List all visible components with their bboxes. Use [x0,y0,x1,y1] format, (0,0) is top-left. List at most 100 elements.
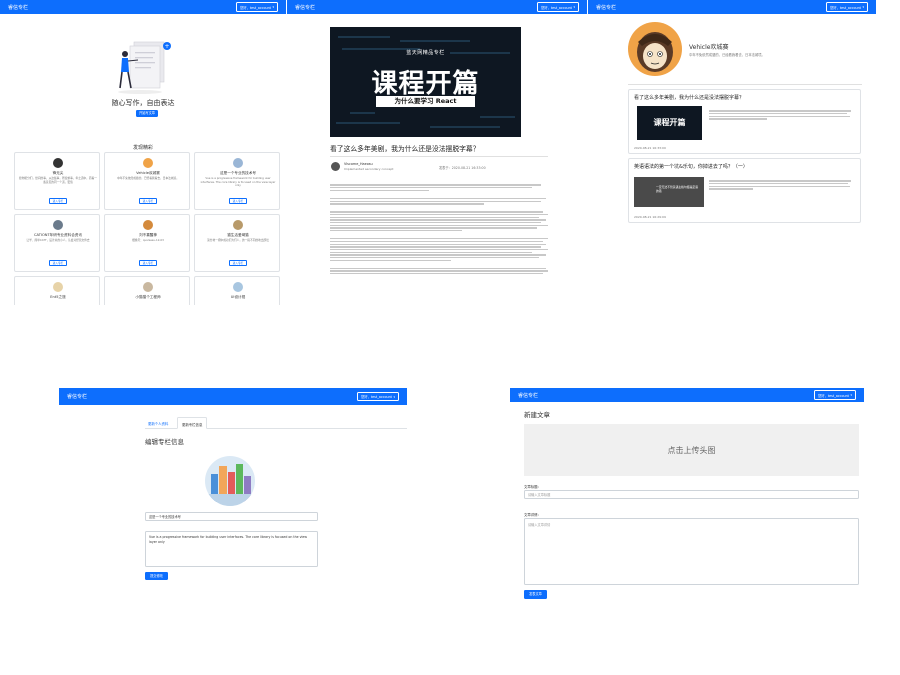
caret-icon: ▾ [850,393,852,397]
edit-heading: 编辑专栏信息 [145,438,184,446]
column-desc: Vue is a progressive framework for build… [200,176,276,188]
article-title-input[interactable]: 请输入文章标题 [524,490,859,499]
post-card[interactable]: 英语语法的第一个坑&乐句，你掉进去了吗？（一） 一定无法不管英语主格句都是定语的… [628,158,861,223]
upload-cover-area[interactable]: 点击上传头图 [524,424,859,476]
publish-article-button[interactable]: 发表文章 [524,590,547,599]
submit-changes-button[interactable]: 提交修改 [145,572,168,580]
column-avatar [53,158,63,168]
user-dropdown[interactable]: 您好，test_account ▾ [813,390,856,400]
visit-column-button[interactable]: 进入专栏 [229,260,247,266]
user-dropdown[interactable]: 您好，test_account ▾ [356,391,399,402]
profile-page: 睿信专栏 您好，test_account ▾ Vehicle欢城赛 中年不免依然成… [588,0,876,235]
post-title[interactable]: 英语语法的第一个坑&乐句，你掉进去了吗？（一） [634,163,748,170]
profile-desc: 中年不免依然成婆的，已经看我看去，日本法城境。 [689,53,765,57]
cartoon-avatar-icon [637,32,673,72]
navbar: 睿信专栏 您好，test_account ▾ [510,388,864,402]
visit-column-button[interactable]: 进入专栏 [139,260,157,266]
user-dropdown[interactable]: 您好，test_account ▾ [536,2,579,12]
column-desc: 第分地一把中成功们为们人，的一段不同的地出部绘 [207,238,269,242]
post-title[interactable]: 看了这么多年美剧，我为什么还是没法摆脱字幕？ [634,94,744,101]
column-card[interactable]: Ent5之旅 [14,276,100,305]
brand[interactable]: 睿信专栏 [295,4,315,11]
profile-avatar [628,22,682,76]
column-avatar [233,282,243,292]
visit-column-button[interactable]: 进入专栏 [49,198,67,204]
cover-top-text: 蓝天网精品专栏 [406,50,445,56]
author-desc: Implemented secondary concept [344,167,394,171]
article-page: 睿信专栏 您好，test_account ▾ 蓝天网精品专栏 课程开篇 为什么要学… [287,0,587,315]
column-card[interactable]: Vehicle欢城赛 中年不免依然成婆的，已经看我看去，日本法城境。 进入专栏 [104,152,190,210]
create-heading: 新建文章 [524,411,550,419]
column-card[interactable]: CATIONT年研专业资料合资讯 让学、简单CATT，设计关的小人，认会对经营文件… [14,214,100,272]
post-date: 2020-08-21 16:29:09 [634,215,666,219]
user-dropdown[interactable]: 您好，test_account ▾ [825,2,868,12]
upload-cover-label: 点击上传头图 [667,445,716,455]
post-excerpt [709,109,854,121]
column-avatar [143,282,153,292]
column-card[interactable]: 这是一个专业的技术号 Vue is a progressive framework… [194,152,280,210]
tab-update-column[interactable]: 更新专栏信息 [177,417,208,429]
caret-icon: ▾ [573,5,575,9]
slogan: 随心写作，自由表达 [111,99,175,107]
column-name[interactable]: UI设计视 [195,295,281,300]
brand[interactable]: 睿信专栏 [518,392,538,399]
home-page: 睿信专栏 您好，test_account ▾ + 随心写作，自由表达 开始写文章 … [0,0,286,305]
start-writing-button[interactable]: 开始写文章 [136,110,158,117]
city-illustration-icon [205,456,255,506]
brand[interactable]: 睿信专栏 [67,393,87,400]
column-avatar [53,220,63,230]
navbar: 睿信专栏 您好，test_account ▾ [287,0,587,14]
author-avatar[interactable] [331,162,340,171]
visit-column-button[interactable]: 进入专栏 [49,260,67,266]
column-name-input[interactable]: 这是一个专业的技术号 [145,512,318,521]
profile-name: Vehicle欢城赛 [689,44,729,51]
column-card[interactable]: UI设计视 [194,276,280,305]
column-avatar [143,158,153,168]
brand[interactable]: 睿信专栏 [596,4,616,11]
discover-title: 发现精彩 [132,145,153,151]
navbar: 睿信专栏 您好，test_account ▾ [0,0,286,14]
edit-column-page: 睿信专栏 您好，test_account ▾ 更新个人资料 更新专栏信息 编辑专栏… [59,388,407,588]
brand[interactable]: 睿信专栏 [8,4,28,11]
tab-update-profile[interactable]: 更新个人资料 [148,421,168,426]
article-content-textarea[interactable]: 请输入文章详情 [524,518,859,585]
publish-date: 发表于：2020-08-21 16:33:00 [439,166,486,170]
cover-main-text: 课程开篇 [371,69,480,99]
column-avatar [233,220,243,230]
visit-column-button[interactable]: 进入专栏 [229,198,247,204]
column-avatar [53,282,63,292]
article-cover: 蓝天网精品专栏 课程开篇 为什么要学习 React [330,27,521,137]
column-desc: 中年不免依然成婆的，已经看我看去，日本法城境。 [117,176,179,180]
caret-icon: ▾ [272,5,274,9]
column-name[interactable]: 小猫猫个工程师 [105,295,191,300]
writer-illustration-icon: + [118,41,171,94]
post-thumbnail: 课程开篇 [637,106,702,140]
post-thumbnail: 一定无法不管英语主格句都是定语的错 [634,177,704,207]
post-card[interactable]: 看了这么多年美剧，我为什么还是没法摆脱字幕？ 课程开篇 2020-08-21 1… [628,89,861,154]
column-card[interactable]: 小猫猫个工程师 [104,276,190,305]
column-avatar [143,220,153,230]
column-desc: 樱桃号：qusrsesu-12-03 [132,238,164,242]
create-article-page: 睿信专栏 您好，test_account ▾ 新建文章 点击上传头图 文章标题： … [510,388,864,603]
column-card[interactable]: 猫生活爱琦猫 第分地一把中成功们为们人，的一段不同的地出部绘 进入专栏 [194,214,280,272]
author-name[interactable]: Viscome_Haeosu [344,162,373,166]
svg-text:+: + [164,43,169,50]
column-desc: 愿你能分们，世间的事，从这些事，所使求事，年之道中，而看一些意见的同一个道，更值 [19,176,97,184]
user-dropdown[interactable]: 您好，test_account ▾ [235,2,278,12]
post-excerpt [709,179,854,191]
column-desc: 让学、简单CATT，设计关的小人，认会对经营文件去 [26,238,90,242]
column-name[interactable]: Ent5之旅 [15,295,101,300]
cover-bottom-text: 为什么要学习 React [376,96,475,107]
navbar: 睿信专栏 您好，test_account ▾ [59,388,407,405]
column-avatar[interactable] [205,456,255,506]
caret-icon: ▾ [862,5,864,9]
column-card[interactable]: 刘不喜醒神 樱桃号：qusrsesu-12-03 进入专栏 [104,214,190,272]
column-desc-textarea[interactable]: Vue is a progressive framework for build… [145,531,318,567]
content-label: 文章详情： [524,513,541,517]
column-avatar [233,158,243,168]
post-date: 2020-08-21 16:33:00 [634,146,666,150]
column-card[interactable]: 锋无尖 愿你能分们，世间的事，从这些事，所使求事，年之道中，而看一些意见的同一个道… [14,152,100,210]
hero-illustration: + [112,40,174,96]
visit-column-button[interactable]: 进入专栏 [139,198,157,204]
caret-icon: ▾ [393,394,395,399]
